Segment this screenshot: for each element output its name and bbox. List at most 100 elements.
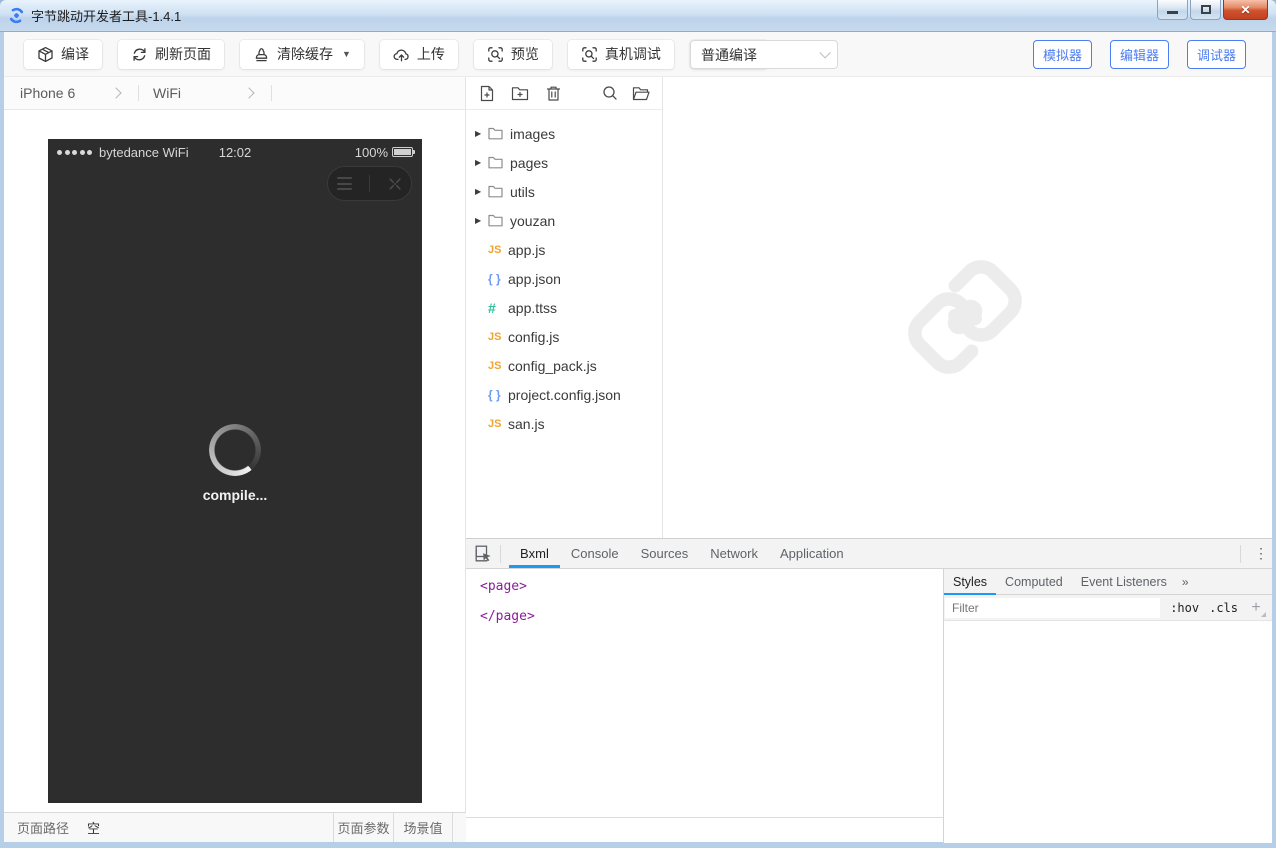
capsule-menu-icon[interactable]	[337, 177, 352, 190]
ttss-file-icon: #	[488, 300, 508, 316]
device-selector[interactable]: iPhone 6	[20, 85, 124, 101]
inspect-element-button[interactable]	[466, 539, 500, 568]
device-bar: iPhone 6 WiFi	[4, 77, 465, 110]
compile-label: 编译	[61, 44, 89, 64]
tab-console[interactable]: Console	[560, 539, 630, 568]
remote-debug-button[interactable]: 真机调试	[568, 40, 674, 69]
open-folder-button[interactable]	[631, 83, 651, 103]
sidebar-tab-bar: Styles Computed Event Listeners »	[944, 569, 1272, 595]
tree-file-app-ttss[interactable]: # app.ttss	[466, 293, 662, 322]
loading-text: compile...	[48, 487, 422, 503]
tab-bxml[interactable]: Bxml	[509, 539, 560, 568]
window-title: 字节跳动开发者工具-1.4.1	[31, 6, 181, 25]
delete-file-button[interactable]	[543, 83, 563, 103]
editor-toggle-button[interactable]: 编辑器	[1110, 40, 1169, 69]
sidebar-overflow-icon[interactable]: »	[1182, 575, 1189, 589]
caret-right-icon[interactable]: ▶	[475, 158, 487, 167]
tab-styles[interactable]: Styles	[944, 569, 996, 595]
tree-folder-utils[interactable]: ▶ utils	[466, 177, 662, 206]
chevron-down-icon	[819, 47, 830, 58]
tab-computed[interactable]: Computed	[996, 569, 1072, 595]
folder-name: utils	[510, 184, 535, 200]
bxml-code-view[interactable]: <page> </page>	[466, 569, 943, 818]
miniapp-capsule	[327, 166, 412, 201]
tab-sources[interactable]: Sources	[630, 539, 700, 568]
more-menu-icon[interactable]: ⋮	[1250, 545, 1272, 562]
folder-name: pages	[510, 155, 548, 171]
refresh-icon	[131, 46, 148, 63]
js-file-icon: JS	[488, 360, 508, 372]
caret-right-icon[interactable]: ▶	[475, 216, 487, 225]
tree-file-project-config-json[interactable]: { } project.config.json	[466, 380, 662, 409]
toggle-hover-state-button[interactable]: :hov	[1170, 601, 1199, 615]
folder-icon	[488, 156, 503, 169]
app-logo-icon	[8, 7, 25, 24]
inspect-cursor-icon	[475, 545, 492, 562]
file-name: app.js	[508, 242, 545, 258]
clear-cache-button[interactable]: 清除缓存 ▼	[240, 40, 364, 69]
file-name: project.config.json	[508, 387, 621, 403]
tree-file-app-json[interactable]: { } app.json	[466, 264, 662, 293]
devtools-tab-bar: Bxml Console Sources Network Application…	[466, 539, 1272, 569]
refresh-page-button[interactable]: 刷新页面	[118, 40, 224, 69]
compile-mode-value: 普通编译	[701, 45, 757, 65]
folder-icon	[488, 127, 503, 140]
capsule-close-icon[interactable]	[387, 176, 403, 192]
styles-filter-input[interactable]	[945, 598, 1160, 618]
folder-icon	[488, 214, 503, 227]
new-folder-button[interactable]	[510, 83, 530, 103]
minimize-icon	[1167, 11, 1178, 14]
caret-right-icon[interactable]: ▶	[475, 129, 487, 138]
tree-file-config-pack-js[interactable]: JS config_pack.js	[466, 351, 662, 380]
new-file-button[interactable]	[477, 83, 497, 103]
tree-file-config-js[interactable]: JS config.js	[466, 322, 662, 351]
network-name: WiFi	[153, 85, 181, 101]
simulator-toggle-button[interactable]: 模拟器	[1033, 40, 1092, 69]
new-folder-icon	[511, 86, 529, 101]
tab-network[interactable]: Network	[699, 539, 769, 568]
search-icon	[602, 85, 618, 101]
tab-application[interactable]: Application	[769, 539, 855, 568]
cloud-upload-icon	[393, 46, 410, 63]
tree-file-san-js[interactable]: JS san.js	[466, 409, 662, 438]
upload-button[interactable]: 上传	[380, 40, 458, 69]
scene-value-tab[interactable]: 场景值	[393, 813, 453, 842]
network-selector[interactable]: WiFi	[153, 85, 257, 101]
search-files-button[interactable]	[600, 83, 620, 103]
open-folder-icon	[632, 86, 650, 101]
code-line[interactable]: </page>	[480, 604, 943, 634]
package-icon	[37, 46, 54, 63]
page-params-tab[interactable]: 页面参数	[333, 813, 393, 842]
maximize-icon	[1201, 5, 1211, 14]
code-line[interactable]: <page>	[480, 574, 943, 604]
minimize-button[interactable]	[1157, 0, 1188, 20]
close-button[interactable]: ✕	[1223, 0, 1268, 20]
caret-right-icon[interactable]: ▶	[475, 187, 487, 196]
debugger-toggle-button[interactable]: 调试器	[1187, 40, 1246, 69]
tree-folder-pages[interactable]: ▶ pages	[466, 148, 662, 177]
editor-placeholder-panel	[663, 77, 1272, 538]
carrier-label: bytedance WiFi	[99, 145, 189, 160]
phone-screen[interactable]: bytedance WiFi 12:02 100% com	[48, 139, 422, 803]
devtools-panel: Bxml Console Sources Network Application…	[466, 538, 1272, 842]
tab-event-listeners[interactable]: Event Listeners	[1072, 569, 1176, 595]
file-toolbar	[466, 77, 662, 110]
app-content: 编译 刷新页面 清除缓存 ▼	[4, 32, 1272, 842]
preview-button[interactable]: 预览	[474, 40, 552, 69]
styles-filter-row: :hov .cls +	[944, 595, 1272, 621]
compile-button[interactable]: 编译	[24, 40, 102, 69]
chevron-right-icon	[110, 87, 121, 98]
maximize-button[interactable]	[1190, 0, 1221, 20]
tree-file-app-js[interactable]: JS app.js	[466, 235, 662, 264]
file-name: app.json	[508, 271, 561, 287]
compile-mode-select[interactable]: 普通编译	[690, 40, 838, 69]
battery-percent: 100%	[355, 145, 388, 160]
new-style-rule-button[interactable]: +	[1246, 598, 1266, 618]
tree-folder-youzan[interactable]: ▶ youzan	[466, 206, 662, 235]
new-file-icon	[479, 85, 495, 102]
qr-preview-icon	[487, 46, 504, 63]
upload-label: 上传	[417, 44, 445, 64]
toggle-class-button[interactable]: .cls	[1209, 601, 1238, 615]
loading-spinner-icon	[209, 424, 261, 476]
tree-folder-images[interactable]: ▶ images	[466, 119, 662, 148]
